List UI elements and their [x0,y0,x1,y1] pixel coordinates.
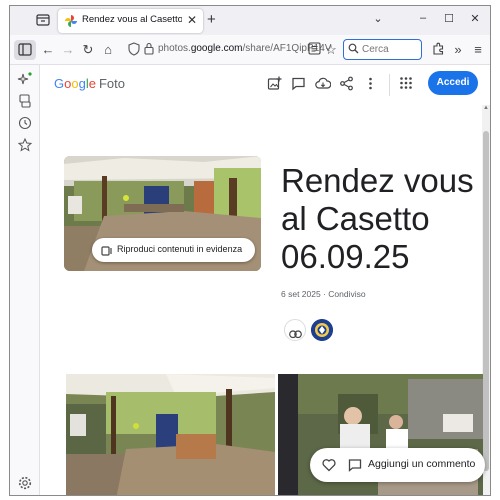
synced-tabs-icon[interactable] [17,93,33,109]
google-photos-favicon-icon [64,14,78,28]
bookmarks-star-icon[interactable] [17,137,33,153]
album-cover-photo[interactable]: Riproduci contenuti in evidenza [64,156,261,271]
google-photos-logo[interactable]: Google Foto [54,76,125,91]
google-apps-grid-icon[interactable] [399,76,415,92]
scroll-up-arrow-icon[interactable]: ▲ [483,105,489,111]
tab-close-icon[interactable]: ✕ [187,13,197,27]
add-photo-icon[interactable] [267,76,283,92]
tab-bar: Rendez vous al Casetto 06.09.25 ✕ + ⌄ – … [10,6,490,35]
tab-list-icon[interactable] [35,13,51,27]
comment-icon[interactable] [348,458,362,472]
link-icon [289,326,302,344]
reader-view-icon[interactable] [306,42,322,58]
search-input[interactable] [362,42,418,56]
reload-icon[interactable]: ↻ [80,42,96,58]
play-highlights-button[interactable]: Riproduci contenuti in evidenza [92,238,255,262]
list-all-tabs-icon[interactable]: ⌄ [370,12,386,25]
sign-in-button[interactable]: Accedi [428,71,478,95]
owner-avatar[interactable] [311,319,333,341]
album-meta: 6 set 2025 · Condiviso [281,289,366,299]
page-content: Google Foto Accedi ▲ Riproduci contenuti… [41,65,490,495]
new-tab-icon[interactable]: + [207,11,216,28]
photo-image [66,374,275,495]
header-divider [389,74,390,96]
page-scrollbar[interactable]: ▲ [482,105,490,495]
google-photos-header: Google Foto Accedi [41,65,481,105]
share-icon[interactable] [339,76,355,92]
tab-active[interactable]: Rendez vous al Casetto 06.09.25 ✕ [58,9,203,33]
cloud-download-icon[interactable] [315,76,332,92]
navigation-bar: ← → ↻ ⌂ photos.google.com/share/AF1QipP1… [10,35,490,65]
sidebar-settings-gear-icon[interactable] [17,475,33,491]
history-icon[interactable] [17,115,33,131]
sidebar-toggle-button[interactable] [14,40,36,60]
overflow-chevron-icon[interactable]: » [450,42,466,58]
maximize-icon[interactable]: ☐ [441,12,457,25]
shield-icon[interactable] [128,42,142,56]
home-icon[interactable]: ⌂ [100,42,116,58]
play-highlights-label: Riproduci contenuti in evidenza [117,244,243,254]
copy-link-button[interactable] [284,319,306,341]
photo-thumbnail[interactable] [66,374,275,495]
lock-icon[interactable] [144,42,156,56]
bookmark-star-icon[interactable]: ☆ [323,42,339,58]
comment-bar: Aggiungi un commento [310,448,485,482]
album-title: Rendez vous al Casetto 06.09.25 [281,162,474,275]
browser-window: Rendez vous al Casetto 06.09.25 ✕ + ⌄ – … [9,5,491,496]
back-icon[interactable]: ← [40,42,56,58]
minimize-icon[interactable]: – [415,12,431,24]
app-menu-icon[interactable]: ≡ [470,42,486,58]
scroll-thumb[interactable] [483,131,489,471]
heart-like-icon[interactable] [322,458,336,472]
browser-sidebar [10,65,40,495]
extensions-icon[interactable] [430,42,446,58]
add-comment-button[interactable]: Aggiungi un commento [368,458,475,470]
ai-sparkle-icon[interactable] [17,71,33,87]
slideshow-icon [101,244,113,256]
tab-title: Rendez vous al Casetto 06.09.25 [82,14,182,25]
forward-icon[interactable]: → [60,42,76,58]
window-close-icon[interactable]: ✕ [467,12,483,25]
more-options-icon[interactable] [363,76,379,92]
search-field[interactable] [343,39,422,60]
comments-icon[interactable] [291,76,307,92]
search-icon [348,43,359,57]
